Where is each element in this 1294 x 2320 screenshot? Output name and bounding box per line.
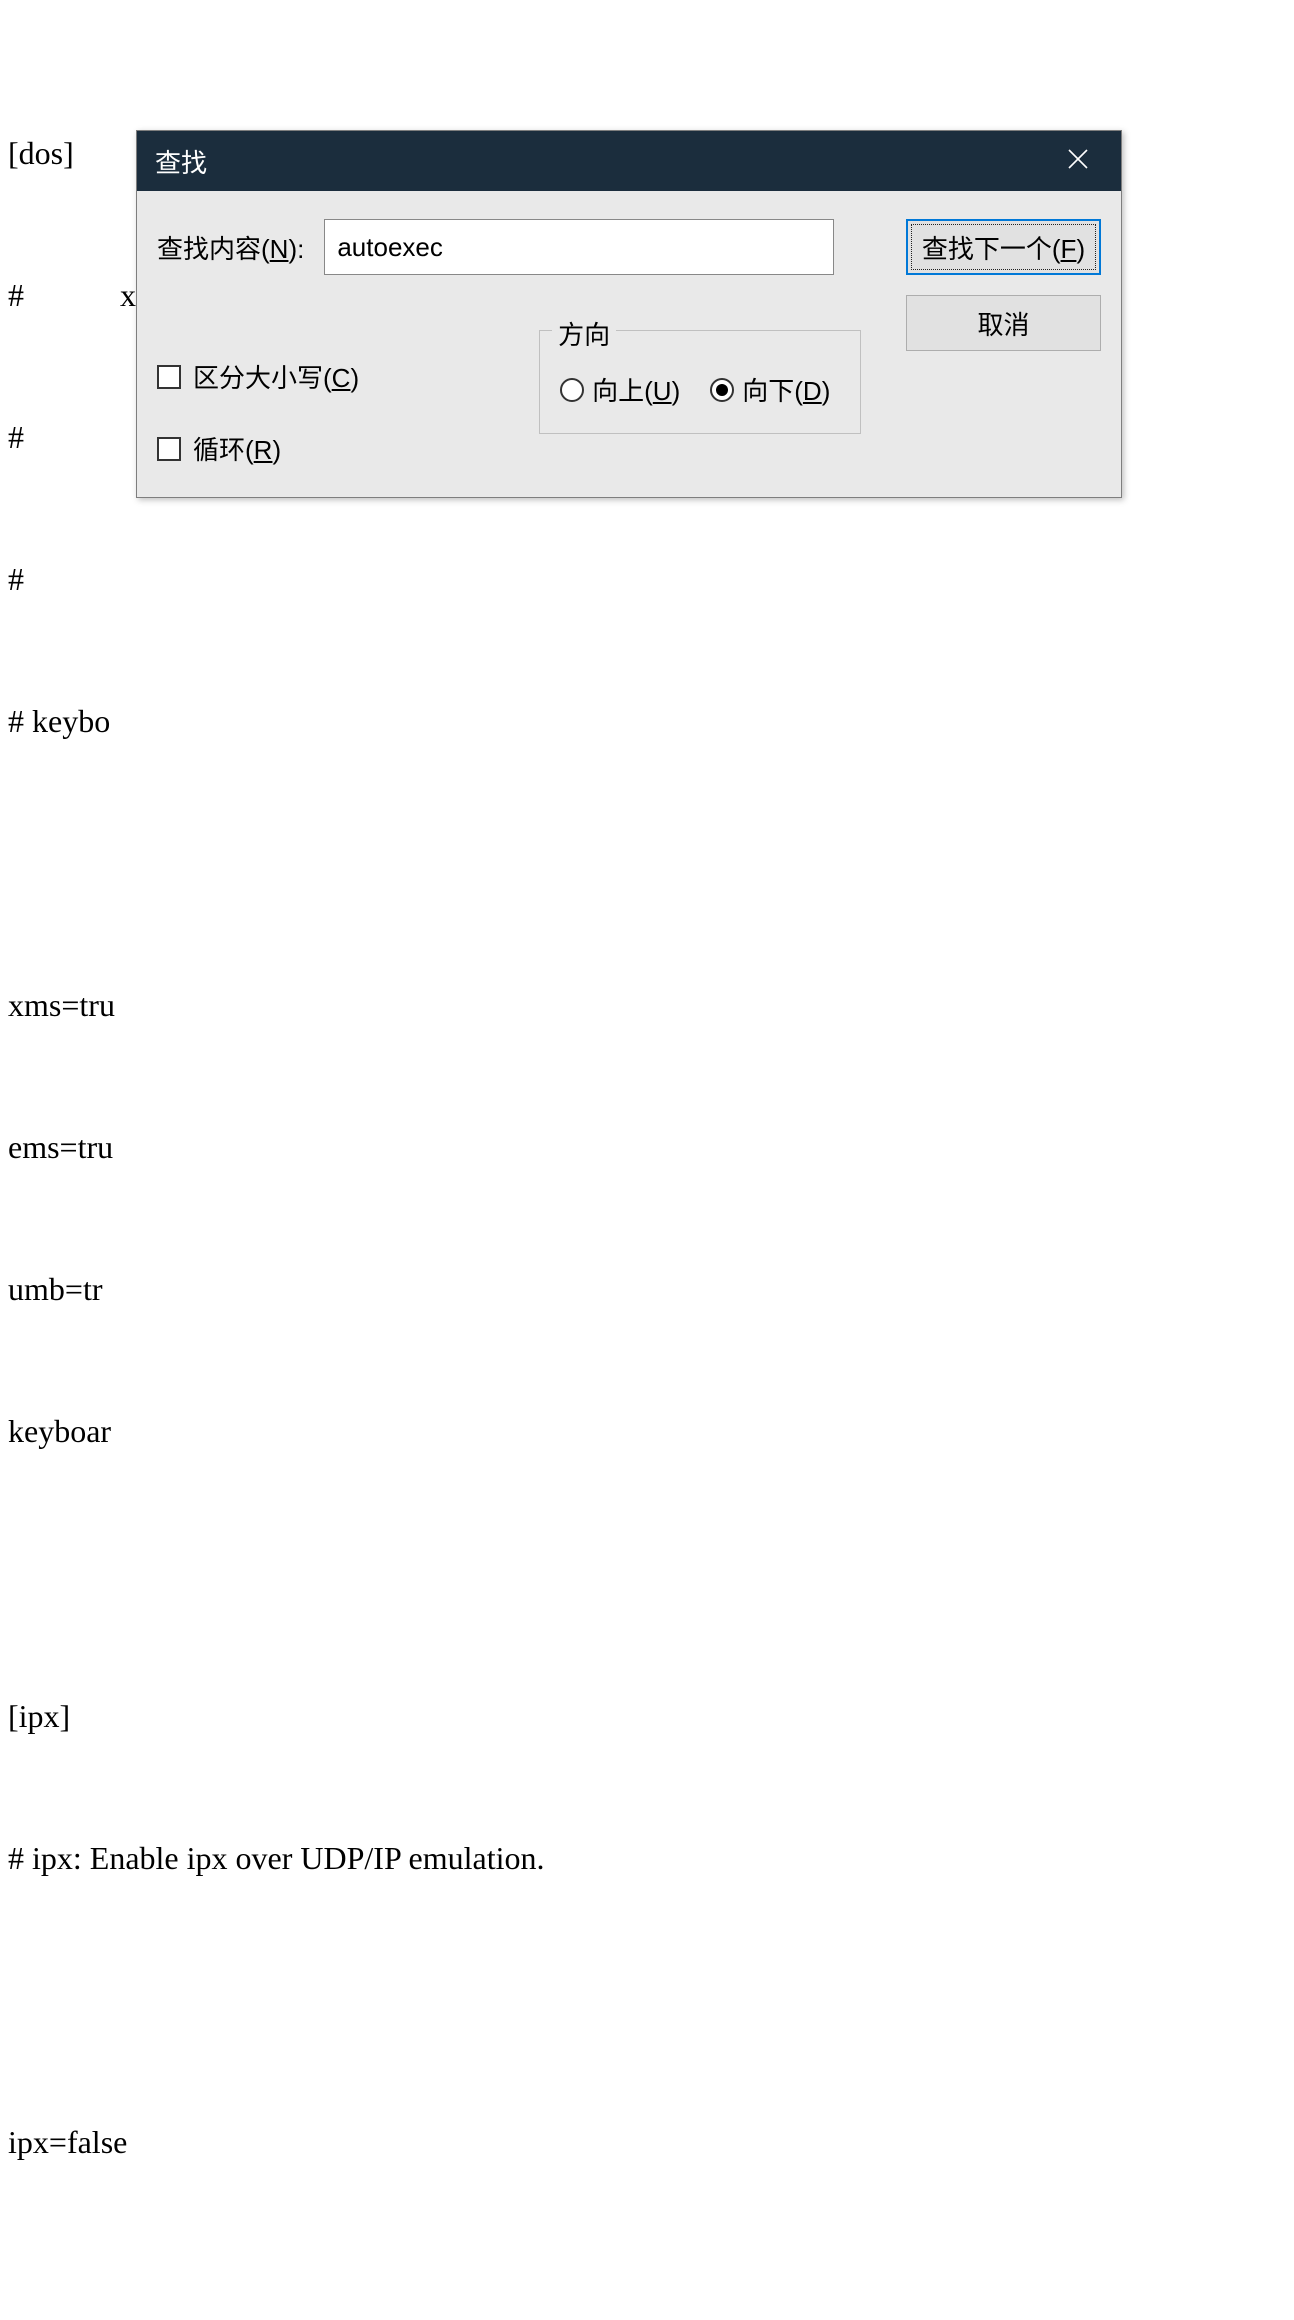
checkbox-label: 循环(R) — [193, 430, 281, 467]
editor-line: # — [8, 556, 1286, 603]
checkbox-icon — [157, 437, 181, 461]
close-icon[interactable] — [1053, 144, 1103, 178]
editor-line — [8, 840, 1286, 887]
editor-line: ems=tru — [8, 1124, 1286, 1171]
dialog-title: 查找 — [155, 143, 1053, 180]
direction-radios: 向上(U) 向下(D) — [560, 371, 840, 408]
editor-line: ipx=false — [8, 2119, 1286, 2166]
radio-icon — [710, 378, 734, 402]
checkbox-icon — [157, 365, 181, 389]
editor-line — [8, 2261, 1286, 2308]
wrap-around-checkbox[interactable]: 循环(R) — [157, 430, 359, 467]
editor-line: # keybo — [8, 698, 1286, 745]
find-dialog: 查找 查找内容(N): 查找下一个(F) 取消 区分大小写(C) 循环(R) — [136, 130, 1122, 498]
search-label: 查找内容(N): — [157, 229, 304, 266]
editor-line — [8, 1551, 1286, 1598]
editor-line: umb=tr — [8, 1266, 1286, 1313]
dialog-body: 查找内容(N): 查找下一个(F) 取消 区分大小写(C) 循环(R) 方向 — [137, 191, 1121, 497]
dialog-titlebar[interactable]: 查找 — [137, 131, 1121, 191]
match-case-checkbox[interactable]: 区分大小写(C) — [157, 358, 359, 395]
editor-line: [ipx] — [8, 1693, 1286, 1740]
radio-label: 向上(U) — [592, 371, 680, 408]
editor-line: xms=tru — [8, 982, 1286, 1029]
radio-label: 向下(D) — [742, 371, 830, 408]
editor-line — [8, 1977, 1286, 2024]
direction-fieldset: 方向 向上(U) 向下(D) — [539, 330, 861, 434]
direction-down-radio[interactable]: 向下(D) — [710, 371, 830, 408]
checkbox-group: 区分大小写(C) 循环(R) — [157, 358, 359, 467]
radio-icon — [560, 378, 584, 402]
editor-line: keyboar — [8, 1408, 1286, 1455]
find-next-button[interactable]: 查找下一个(F) — [906, 219, 1101, 275]
search-input[interactable] — [324, 219, 834, 275]
direction-up-radio[interactable]: 向上(U) — [560, 371, 680, 408]
checkbox-label: 区分大小写(C) — [193, 358, 359, 395]
cancel-button[interactable]: 取消 — [906, 295, 1101, 351]
direction-legend: 方向 — [552, 315, 616, 352]
dialog-button-column: 查找下一个(F) 取消 — [906, 219, 1101, 351]
editor-line: # ipx: Enable ipx over UDP/IP emulation. — [8, 1835, 1286, 1882]
